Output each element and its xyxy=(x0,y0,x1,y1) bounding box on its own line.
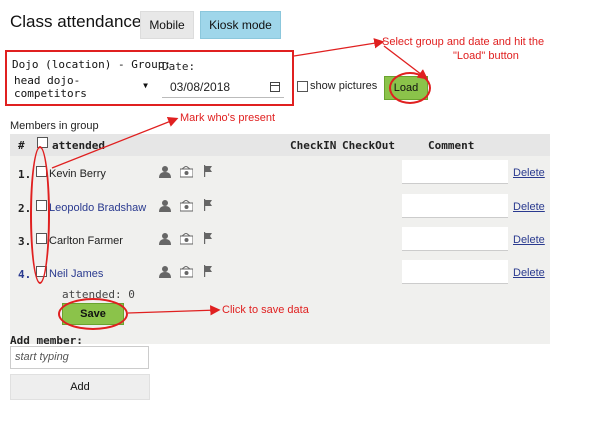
payment-icon[interactable] xyxy=(180,266,193,278)
profile-icon[interactable] xyxy=(159,232,171,245)
delete-link[interactable]: Delete xyxy=(513,234,545,246)
date-input-value: 03/08/2018 xyxy=(170,79,231,94)
member-name[interactable]: Neil James xyxy=(49,268,103,280)
comment-input[interactable] xyxy=(402,160,508,184)
show-pictures-toggle[interactable]: show pictures xyxy=(297,80,377,92)
col-hash: # xyxy=(18,139,25,152)
show-pictures-label: show pictures xyxy=(310,80,378,92)
group-select-label: Dojo (location) - Group: xyxy=(12,58,171,71)
table-row: 1. Kevin Berry Delete xyxy=(0,158,600,188)
select-hint-line2: "Load" button xyxy=(453,50,519,62)
show-pictures-checkbox[interactable] xyxy=(297,80,308,92)
load-highlight-circle xyxy=(389,72,431,104)
add-member-button[interactable]: Add xyxy=(10,374,150,400)
payment-icon[interactable] xyxy=(180,166,193,178)
delete-link[interactable]: Delete xyxy=(513,201,545,213)
save-highlight-circle xyxy=(58,298,128,330)
delete-link[interactable]: Delete xyxy=(513,267,545,279)
table-row: 4. Neil James Delete xyxy=(0,258,600,288)
present-hint: Mark who's present xyxy=(180,112,276,124)
date-label: Date: xyxy=(162,60,196,73)
group-select-value: head dojo-competitors xyxy=(14,74,87,100)
profile-icon[interactable] xyxy=(159,265,171,278)
members-table-header: # attended CheckIN CheckOut Comment xyxy=(10,134,550,156)
col-comment: Comment xyxy=(428,139,475,152)
page-title: Class attendance xyxy=(10,12,142,31)
arrow-to-select-hint xyxy=(293,38,385,57)
payment-icon[interactable] xyxy=(180,233,193,245)
row-number: 1. xyxy=(18,168,32,181)
members-section-label: Members in group xyxy=(10,120,99,132)
flag-icon[interactable] xyxy=(203,265,213,277)
col-checkout: CheckOut xyxy=(342,139,395,152)
comment-input[interactable] xyxy=(402,260,508,284)
mobile-mode-button[interactable]: Mobile xyxy=(140,11,194,39)
flag-icon[interactable] xyxy=(203,232,213,244)
row-number: 3. xyxy=(18,235,32,248)
save-hint: Click to save data xyxy=(222,304,309,316)
flag-icon[interactable] xyxy=(203,199,213,211)
add-member-input[interactable]: start typing xyxy=(10,346,149,369)
checkbox-highlight-ellipse xyxy=(30,146,50,284)
group-select[interactable]: head dojo-competitors ▼ xyxy=(10,74,152,100)
member-name: Carlton Farmer xyxy=(49,235,123,247)
payment-icon[interactable] xyxy=(180,200,193,212)
col-checkin: CheckIN xyxy=(290,139,337,152)
profile-icon[interactable] xyxy=(159,165,171,178)
member-name[interactable]: Leopoldo Bradshaw xyxy=(49,202,146,214)
date-input[interactable]: 03/08/2018 xyxy=(162,76,284,98)
kiosk-mode-button[interactable]: Kiosk mode xyxy=(200,11,281,39)
col-attended: attended xyxy=(52,139,105,152)
comment-input[interactable] xyxy=(402,227,508,251)
comment-input[interactable] xyxy=(402,194,508,218)
dropdown-arrow-icon: ▼ xyxy=(143,81,148,90)
flag-icon[interactable] xyxy=(203,165,213,177)
profile-icon[interactable] xyxy=(159,199,171,212)
table-row: 3. Carlton Farmer Delete xyxy=(0,225,600,255)
select-hint-line1: Select group and date and hit the xyxy=(382,36,545,48)
calendar-icon[interactable] xyxy=(270,82,280,92)
row-number: 4. xyxy=(18,268,32,281)
member-name: Kevin Berry xyxy=(49,168,106,180)
table-row: 2. Leopoldo Bradshaw Delete xyxy=(0,192,600,222)
delete-link[interactable]: Delete xyxy=(513,167,545,179)
